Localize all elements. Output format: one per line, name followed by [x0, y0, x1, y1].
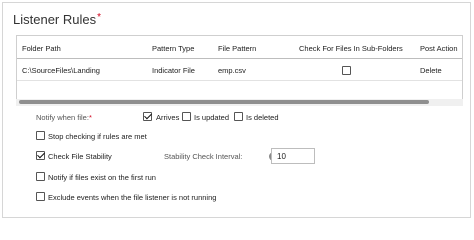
notify-first-run-label: Notify if files exist on the first run	[48, 173, 156, 182]
notify-label: Notify when file:*	[36, 113, 92, 122]
check-stability-label: Check File Stability	[48, 152, 112, 161]
stop-checking-checkbox[interactable]	[36, 131, 45, 140]
is-deleted-label: Is deleted	[246, 113, 279, 122]
is-deleted-checkbox[interactable]	[234, 112, 243, 121]
section-title-text: Listener Rules	[13, 12, 97, 27]
arrives-checkbox[interactable]	[143, 112, 152, 121]
is-updated-checkbox[interactable]	[182, 112, 191, 121]
column-header-folder-path[interactable]: Folder Path	[22, 44, 61, 53]
check-stability-checkbox[interactable]	[36, 151, 45, 160]
exclude-events-checkbox[interactable]	[36, 192, 45, 201]
stability-interval-label: Stability Check Interval:	[164, 152, 243, 161]
cell-pattern-type: Indicator File	[152, 66, 195, 75]
is-updated-label: Is updated	[194, 113, 230, 122]
scrollbar-thumb[interactable]	[19, 100, 429, 104]
cell-folder-path: C:\SourceFiles\Landing	[22, 66, 100, 75]
arrives-label: Arrives	[156, 113, 180, 122]
column-header-file-pattern[interactable]: File Pattern	[218, 44, 256, 53]
check-subfolders-checkbox[interactable]	[342, 66, 351, 75]
cell-file-pattern: emp.csv	[218, 66, 246, 75]
horizontal-scrollbar[interactable]	[16, 99, 463, 106]
exclude-events-label: Exclude events when the file listener is…	[48, 193, 217, 202]
listener-rules-table: Folder Path Pattern Type File Pattern Ch…	[16, 35, 463, 106]
column-header-check-subfolders[interactable]: Check For Files In Sub-Folders	[299, 44, 403, 53]
notify-first-run-checkbox[interactable]	[36, 172, 45, 181]
cell-post-action[interactable]: Delete	[420, 66, 442, 75]
stop-checking-label: Stop checking if rules are met	[48, 132, 147, 141]
stability-interval-input[interactable]: 10	[271, 148, 315, 164]
column-header-pattern-type[interactable]: Pattern Type	[152, 44, 194, 53]
section-title: Listener Rules*	[13, 12, 101, 27]
required-mark: *	[97, 12, 102, 23]
table-header: Folder Path Pattern Type File Pattern Ch…	[17, 36, 462, 59]
table-row[interactable]: C:\SourceFiles\Landing Indicator File em…	[17, 59, 462, 81]
column-header-post-action[interactable]: Post Action	[420, 44, 458, 53]
